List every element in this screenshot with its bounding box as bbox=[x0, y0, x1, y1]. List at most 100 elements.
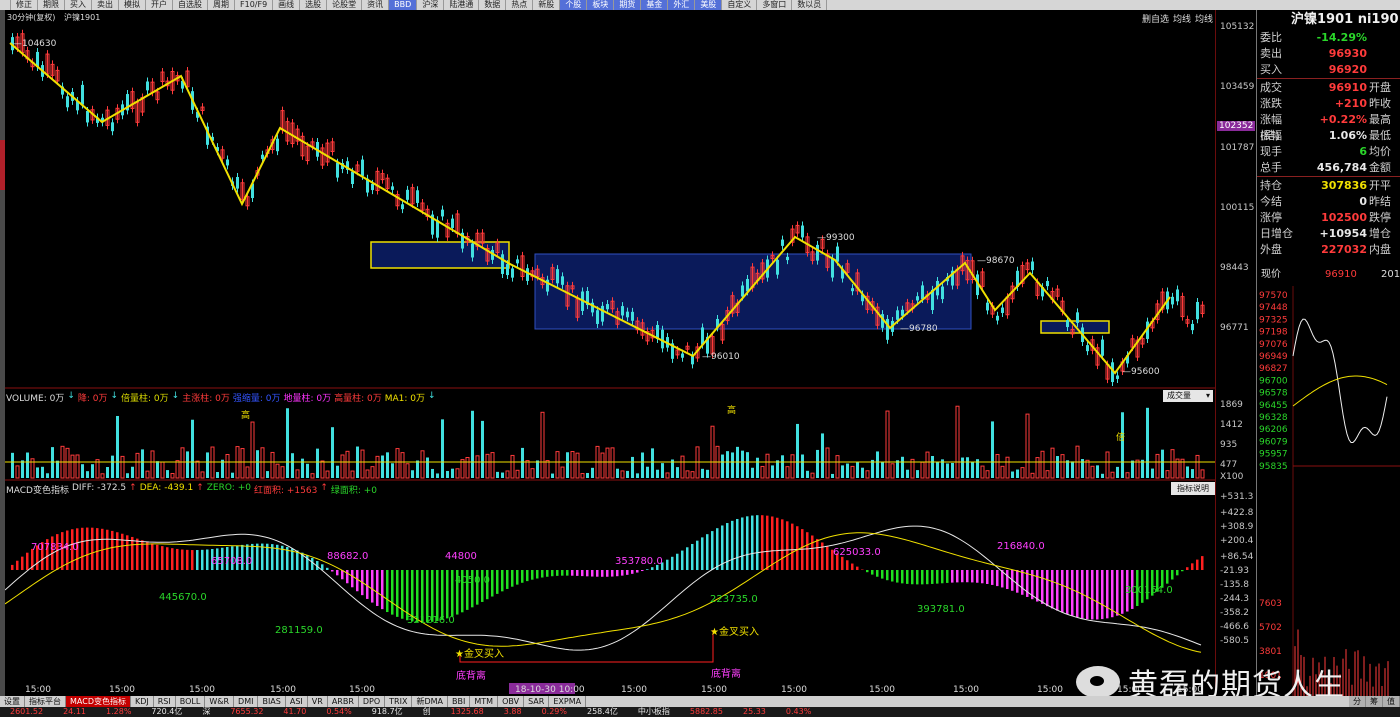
quote-key: 委比 bbox=[1260, 31, 1282, 44]
toolbar-item[interactable]: 外汇 bbox=[668, 0, 696, 10]
mini-panel-tab[interactable]: 值 bbox=[1383, 696, 1400, 707]
toolbar-item[interactable]: F10/F9 bbox=[235, 0, 274, 10]
quote-row: 外盘 227032 内盘 bbox=[1257, 242, 1400, 258]
volume-bar bbox=[216, 472, 219, 478]
volume-bar bbox=[1116, 466, 1119, 478]
toolbar-item[interactable]: 数据 bbox=[479, 0, 507, 10]
toolbar-item[interactable]: 新股 bbox=[533, 0, 561, 10]
indicator-tab[interactable]: DPO bbox=[359, 696, 386, 707]
volume-bar bbox=[316, 448, 319, 478]
toolbar-item[interactable]: 选股 bbox=[300, 0, 328, 10]
toolbar-item[interactable]: 期限 bbox=[38, 0, 65, 10]
toolbar-item[interactable]: 沪深 bbox=[417, 0, 445, 10]
volume-bar bbox=[781, 455, 784, 478]
candle-body bbox=[336, 162, 339, 178]
toolbar-item[interactable]: 多窗口 bbox=[757, 0, 793, 10]
volume-indicator-select[interactable]: 成交量 ▾ bbox=[1163, 390, 1213, 402]
quote-bid-ask: 委比 -14.29% 卖出 96930 买入 96920 bbox=[1257, 30, 1400, 78]
volume-bar bbox=[656, 469, 659, 478]
toolbar-item[interactable]: 板块 bbox=[587, 0, 615, 10]
toolbar-item[interactable]: 画线 bbox=[273, 0, 301, 10]
volume-bar bbox=[1071, 461, 1074, 478]
header-button[interactable]: 均线 bbox=[1195, 12, 1213, 25]
mini-intraday-chart[interactable]: 97570 97448 97325 97198 97076 96949 96827 96700… bbox=[1257, 286, 1400, 698]
macd-bar bbox=[181, 549, 184, 570]
toolbar-item[interactable]: 期货 bbox=[614, 0, 642, 10]
consolidation-box-small bbox=[370, 241, 510, 269]
indicator-tab[interactable]: ARBR bbox=[328, 696, 359, 707]
toolbar-item[interactable]: 基金 bbox=[641, 0, 669, 10]
indicator-tab[interactable]: 新DMA bbox=[412, 696, 449, 707]
toolbar-item[interactable]: 周期 bbox=[208, 0, 235, 10]
toolbar-item[interactable]: 热点 bbox=[506, 0, 534, 10]
quote-key: 涨跌 bbox=[1260, 97, 1282, 110]
toolbar-item[interactable]: 模拟 bbox=[119, 0, 146, 10]
indicator-tab[interactable]: VR bbox=[308, 696, 328, 707]
quote-key-secondary: 跌停 bbox=[1369, 211, 1391, 224]
indicator-help-button[interactable]: 指标说明 bbox=[1171, 482, 1215, 495]
toolbar-item[interactable]: 买入 bbox=[65, 0, 92, 10]
macd-bar bbox=[1166, 570, 1169, 584]
indicator-tab[interactable]: KDJ bbox=[131, 696, 154, 707]
toolbar-item[interactable]: 自选股 bbox=[173, 0, 208, 10]
header-button[interactable]: 均线 bbox=[1173, 12, 1191, 25]
macd-bar bbox=[1106, 570, 1109, 619]
macd-bar bbox=[1021, 570, 1024, 595]
status-value: 0.54% bbox=[326, 707, 352, 716]
volume-bar bbox=[331, 427, 334, 478]
toolbar-item[interactable]: 开户 bbox=[146, 0, 173, 10]
indicator-tab[interactable]: BIAS bbox=[258, 696, 286, 707]
macd-bar bbox=[561, 570, 564, 576]
macd-bar bbox=[746, 516, 749, 570]
indicator-value: MACD变色指标 bbox=[6, 486, 69, 496]
mini-axis-label: 97325 bbox=[1259, 315, 1288, 325]
indicator-tab[interactable]: 指标平台 bbox=[25, 696, 66, 707]
macd-bar bbox=[701, 537, 704, 570]
macd-bar bbox=[686, 547, 689, 570]
volume-bar bbox=[156, 461, 159, 478]
indicator-tab[interactable]: ASI bbox=[286, 696, 308, 707]
volume-bar bbox=[386, 452, 389, 478]
mini-panel-tab[interactable]: 分 bbox=[1349, 696, 1366, 707]
macd-bar bbox=[1176, 570, 1179, 576]
chart-period-label: 30分钟(复权) 沪镍1901 bbox=[7, 12, 100, 23]
indicator-tab[interactable]: 设置 bbox=[0, 696, 25, 707]
indicator-tab[interactable]: EXPMA bbox=[549, 696, 587, 707]
macd-bar bbox=[1066, 570, 1069, 615]
toolbar-item[interactable]: 数以员 bbox=[792, 0, 828, 10]
indicator-value: DIFF: -372.5 bbox=[71, 483, 127, 493]
toolbar-item[interactable]: 陆港通 bbox=[444, 0, 480, 10]
toolbar-item[interactable]: 修正 bbox=[11, 0, 38, 10]
volume-bar bbox=[431, 468, 434, 478]
indicator-tab[interactable]: W&R bbox=[205, 696, 235, 707]
toolbar-item[interactable]: 卖出 bbox=[92, 0, 119, 10]
indicator-tab[interactable]: OBV bbox=[498, 696, 525, 707]
indicator-tab[interactable]: MACD变色指标 bbox=[66, 696, 131, 707]
indicator-tab[interactable]: BOLL bbox=[176, 696, 206, 707]
indicator-tab[interactable]: BBI bbox=[448, 696, 471, 707]
volume-bar bbox=[131, 466, 134, 478]
indicator-tab[interactable]: SAR bbox=[524, 696, 550, 707]
indicator-tab[interactable]: RSI bbox=[154, 696, 176, 707]
toolbar-item[interactable]: 资讯 bbox=[362, 0, 390, 10]
macd-area-label: 321216.0 bbox=[407, 615, 455, 626]
chart-canvas[interactable]: —104630 —99300 —98670 —96010 —96780 —95600 高 高… bbox=[4, 10, 1215, 696]
toolbar-item[interactable]: 论股堂 bbox=[327, 0, 363, 10]
indicator-tab[interactable]: DMI bbox=[234, 696, 259, 707]
macd-bar bbox=[976, 570, 979, 583]
toolbar-item[interactable] bbox=[0, 0, 11, 10]
indicator-tab[interactable]: MTM bbox=[470, 696, 499, 707]
toolbar-item[interactable]: 美股 bbox=[695, 0, 723, 10]
candle-body bbox=[816, 244, 819, 261]
indicator-tab[interactable]: TRIX bbox=[385, 696, 413, 707]
quote-value: 96920 bbox=[1328, 63, 1367, 76]
header-button[interactable]: 删自选 bbox=[1142, 12, 1169, 25]
volume-bar bbox=[971, 461, 974, 478]
time-axis-label: 15:00 bbox=[701, 685, 727, 695]
toolbar-item[interactable]: 个股 bbox=[560, 0, 588, 10]
chart-area[interactable]: —104630 —99300 —98670 —96010 —96780 —95600 高 高… bbox=[4, 10, 1215, 696]
toolbar-item[interactable]: 自定义 bbox=[722, 0, 758, 10]
macd-axis-label: -21.93 bbox=[1220, 566, 1250, 576]
toolbar-item[interactable]: BBD bbox=[389, 0, 418, 10]
mini-panel-tab[interactable]: 筹 bbox=[1366, 696, 1383, 707]
